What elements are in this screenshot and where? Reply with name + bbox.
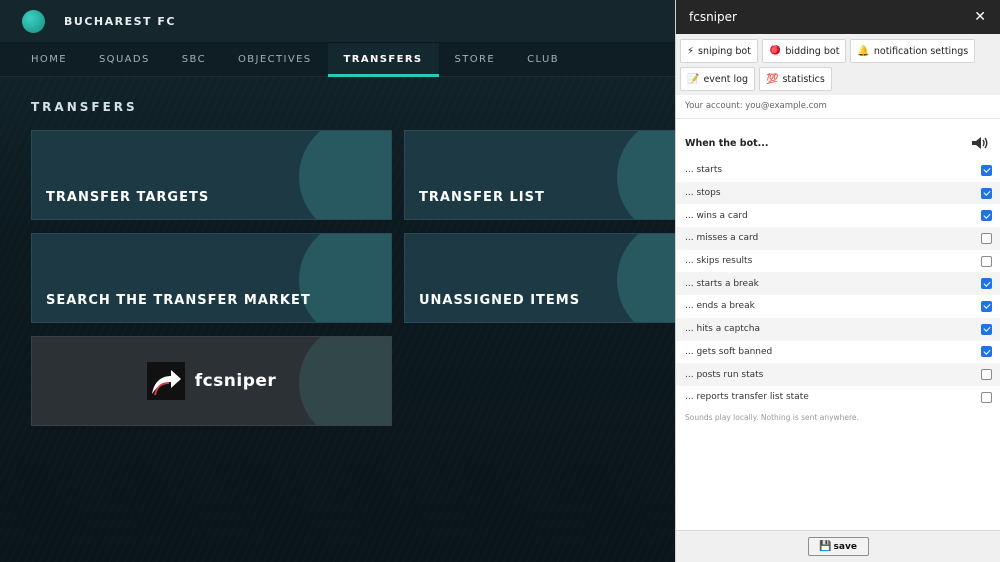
event-row: ... misses a card: [676, 227, 1000, 250]
tile-search-transfer-market[interactable]: SEARCH THE TRANSFER MARKET: [31, 233, 392, 323]
event-label: ... reports transfer list state: [685, 392, 809, 403]
tile-decoration: [299, 131, 391, 219]
event-row: ... posts run stats: [676, 363, 1000, 386]
tab-label: notification settings: [873, 45, 969, 57]
event-label: ... starts a break: [685, 278, 759, 289]
tab-statistics[interactable]: 💯 statistics: [759, 67, 832, 91]
fcsniper-logo-icon: [146, 362, 185, 400]
hundred-icon: 💯: [766, 73, 779, 85]
fcsniper-panel: fcsniper ✕ ⚡ sniping bot 🪀 bidding bot 🔔…: [675, 0, 1000, 562]
event-checkbox[interactable]: [981, 300, 992, 312]
save-button[interactable]: 💾 save: [807, 537, 869, 556]
tab-sniping-bot[interactable]: ⚡ sniping bot: [680, 39, 758, 63]
event-row: ... ends a break: [676, 295, 1000, 318]
save-label: save: [833, 541, 857, 552]
event-checkbox[interactable]: [981, 210, 992, 222]
fcsniper-brand-text: fcsniper: [194, 371, 277, 391]
event-label: ... hits a captcha: [685, 324, 760, 335]
nav-store[interactable]: STORE: [439, 43, 512, 76]
tile-decoration: [617, 131, 675, 219]
tile-label: SEARCH THE TRANSFER MARKET: [46, 293, 311, 308]
event-list-title: When the bot...: [685, 137, 769, 149]
panel-footer: 💾 save: [676, 530, 1000, 562]
tile-transfer-targets[interactable]: TRANSFER TARGETS: [31, 130, 392, 220]
nav-club[interactable]: CLUB: [511, 43, 575, 76]
tile-decoration: [299, 234, 391, 322]
tab-label: event log: [703, 73, 749, 85]
nav-home[interactable]: HOME: [15, 43, 83, 76]
account-info: Your account: you@example.com: [676, 95, 1000, 119]
event-checkbox[interactable]: [981, 255, 992, 267]
tab-event-log[interactable]: 📝 event log: [680, 67, 756, 91]
event-label: ... wins a card: [685, 210, 748, 221]
main-nav: HOME SQUADS SBC OBJECTIVES TRANSFERS STO…: [0, 43, 675, 77]
event-list-header: When the bot...: [676, 119, 1000, 159]
event-checkbox[interactable]: [981, 391, 992, 403]
speaker-icon: [972, 137, 988, 149]
tab-notification-settings[interactable]: 🔔 notification settings: [850, 39, 976, 63]
event-row: ... reports transfer list state: [676, 386, 1000, 409]
club-badge-icon[interactable]: [22, 9, 45, 33]
panel-title: fcsniper: [689, 10, 737, 24]
event-row: ... skips results: [676, 250, 1000, 273]
event-label: ... gets soft banned: [685, 346, 773, 357]
event-checkbox[interactable]: [981, 278, 992, 290]
event-row: ... hits a captcha: [676, 317, 1000, 341]
nav-objectives[interactable]: OBJECTIVES: [222, 43, 328, 76]
panel-tabs: ⚡ sniping bot 🪀 bidding bot 🔔 notificati…: [676, 34, 1000, 95]
tile-fcsniper[interactable]: fcsniper: [31, 336, 392, 426]
event-list: ... starts ... stops ... wins a card ...…: [676, 159, 1000, 409]
floppy-disk-icon: 💾: [819, 541, 832, 552]
tab-label: bidding bot: [785, 45, 840, 57]
event-row: ... starts a break: [676, 272, 1000, 296]
top-bar: BUCHAREST FC: [0, 0, 675, 43]
event-checkbox[interactable]: [981, 187, 992, 199]
event-label: ... stops: [685, 188, 721, 199]
tab-label: sniping bot: [698, 45, 751, 57]
page-title: TRANSFERS: [31, 100, 138, 114]
tab-bidding-bot[interactable]: 🪀 bidding bot: [761, 39, 847, 63]
event-checkbox[interactable]: [981, 323, 992, 335]
event-checkbox[interactable]: [981, 232, 992, 244]
event-label: ... posts run stats: [685, 369, 764, 380]
event-checkbox[interactable]: [981, 346, 992, 358]
event-checkbox[interactable]: [981, 164, 992, 176]
tile-label: UNASSIGNED ITEMS: [419, 293, 581, 308]
privacy-note: Sounds play locally. Nothing is sent any…: [685, 412, 859, 422]
event-row: ... wins a card: [676, 204, 1000, 227]
panel-header: fcsniper ✕: [676, 0, 1000, 34]
lightning-icon: ⚡: [687, 45, 695, 57]
memo-icon: 📝: [687, 73, 700, 85]
event-checkbox[interactable]: [981, 369, 992, 381]
bell-icon: 🔔: [857, 45, 870, 57]
tile-decoration: [617, 234, 675, 322]
event-row: ... gets soft banned: [676, 341, 1000, 364]
nav-squads[interactable]: SQUADS: [83, 43, 166, 76]
nav-transfers[interactable]: TRANSFERS: [327, 43, 439, 77]
close-icon[interactable]: ✕: [974, 10, 986, 24]
event-row: ... starts: [676, 159, 1000, 182]
tile-unassigned-items[interactable]: UNASSIGNED ITEMS: [404, 233, 675, 323]
event-label: ... ends a break: [685, 301, 755, 312]
event-label: ... skips results: [685, 256, 753, 267]
tile-transfer-list[interactable]: TRANSFER LIST: [404, 130, 675, 220]
tab-label: statistics: [782, 73, 825, 85]
game-app: BUCHAREST FC HOME SQUADS SBC OBJECTIVES …: [0, 0, 675, 562]
fcsniper-brand: fcsniper: [32, 337, 391, 425]
event-label: ... misses a card: [685, 233, 759, 244]
event-label: ... starts: [685, 165, 723, 176]
tile-label: TRANSFER TARGETS: [46, 190, 210, 205]
yoyo-icon: 🪀: [768, 45, 782, 57]
tile-label: TRANSFER LIST: [419, 190, 545, 205]
club-name: BUCHAREST FC: [64, 14, 176, 28]
nav-sbc[interactable]: SBC: [166, 43, 222, 76]
event-row: ... stops: [676, 181, 1000, 205]
